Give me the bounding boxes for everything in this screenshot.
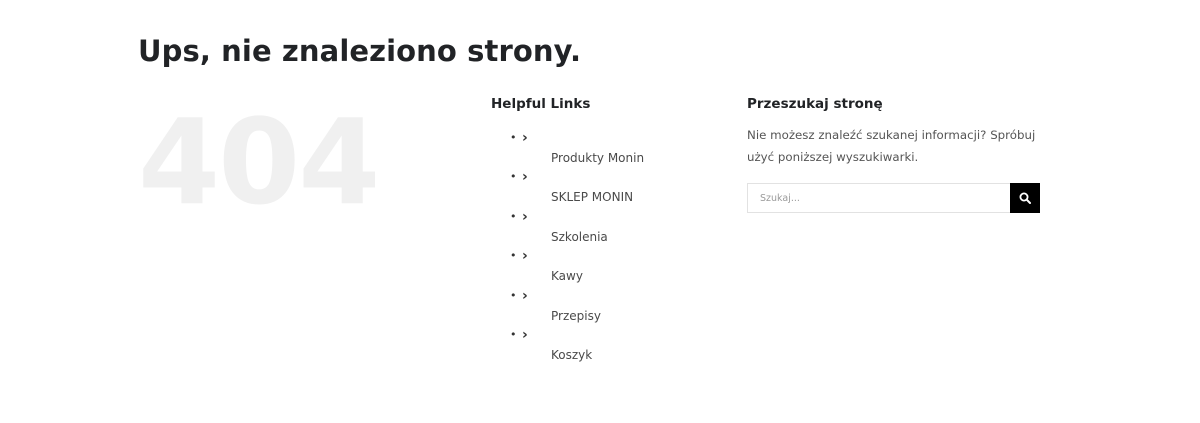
not-found-page: Ups, nie znaleziono strony. 404 Helpful … [0,0,1200,423]
chevron-right-icon: › [522,287,528,304]
link-produkty-monin[interactable]: Produkty Monin [551,150,644,166]
bullet-icon: • [510,170,517,184]
bullet-icon: • [510,288,517,302]
helpful-links-heading: Helpful Links [491,96,591,112]
link-kawy[interactable]: Kawy [551,268,583,284]
search-form [747,183,1040,213]
chevron-right-icon: › [522,326,528,343]
search-heading: Przeszukaj stronę [747,96,883,112]
chevron-right-icon: › [522,208,528,225]
page-title: Ups, nie znaleziono strony. [138,34,582,68]
search-description: Nie możesz znaleźć szukanej informacji? … [747,128,1036,164]
search-input[interactable] [747,183,1010,213]
error-code: 404 [138,93,380,231]
chevron-right-icon: › [522,130,528,146]
chevron-right-icon: › [522,248,528,265]
link-koszyk[interactable]: Koszyk [551,347,592,363]
link-przepisy[interactable]: Przepisy [551,308,601,324]
search-icon [1019,192,1031,204]
bullet-icon: • [510,327,517,341]
link-szkolenia[interactable]: Szkolenia [551,229,608,245]
chevron-right-icon: › [522,169,528,186]
link-sklep-monin[interactable]: SKLEP MONIN [551,189,633,205]
bullet-icon: • [510,209,517,223]
bullet-icon: • [510,131,517,144]
search-button[interactable] [1010,183,1040,213]
bullet-icon: • [510,249,517,263]
